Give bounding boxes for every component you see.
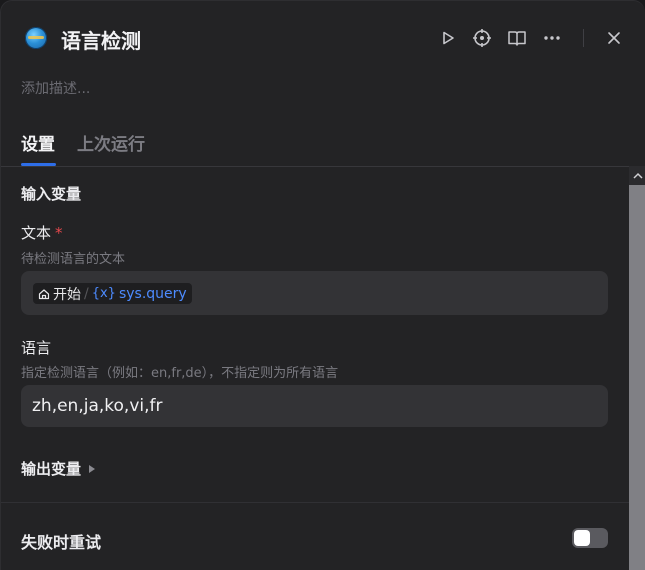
variable-source: 开始 [53, 286, 81, 303]
variable-icon: {x} [91, 286, 116, 301]
node-settings-panel: 语言检测 添加描述... 设置 上次运行 输入变量 文本* 待检测语言的文本 [0, 0, 645, 570]
more-button[interactable] [542, 28, 562, 48]
text-field-label: 文本 * [21, 222, 63, 243]
more-icon [544, 36, 560, 40]
language-field-hint: 指定检测语言（例如：en,fr,de），不指定则为所有语言 [21, 366, 339, 381]
scroll-thumb[interactable] [629, 185, 645, 570]
chevron-up-icon [632, 172, 643, 179]
tab-settings[interactable]: 设置 [21, 130, 55, 155]
text-field-label-text: 文本 [21, 224, 52, 242]
locate-button[interactable] [472, 28, 492, 48]
text-field-hint: 待检测语言的文本 [21, 252, 126, 267]
input-variables-title: 输入变量 [21, 185, 82, 203]
panel-header: 语言检测 [1, 1, 645, 75]
language-field-label: 语言 [21, 339, 52, 357]
vertical-scrollbar[interactable] [629, 166, 645, 570]
variable-separator: / [84, 285, 89, 302]
text-variable-field[interactable]: 开始 / {x} sys.query [21, 271, 608, 315]
tab-last-run[interactable]: 上次运行 [77, 130, 145, 155]
docs-button[interactable] [507, 28, 527, 48]
chevron-right-icon [89, 464, 96, 473]
output-variables-title: 输出变量 [21, 460, 82, 478]
book-icon [508, 31, 526, 46]
page-title: 语言检测 [61, 29, 141, 53]
section-divider [1, 502, 629, 503]
output-variables-toggle[interactable]: 输出变量 [21, 458, 96, 479]
active-tab-indicator [21, 163, 56, 166]
tab-bar: 设置 上次运行 [1, 125, 645, 167]
toggle-knob [574, 530, 590, 546]
language-input[interactable] [21, 385, 608, 427]
home-icon [38, 288, 50, 300]
run-button[interactable] [438, 28, 458, 48]
variable-name: sys.query [118, 285, 187, 302]
variable-chip[interactable]: 开始 / {x} sys.query [33, 283, 192, 304]
close-icon [608, 32, 620, 44]
play-icon [443, 31, 454, 45]
description-input[interactable]: 添加描述... [21, 78, 90, 98]
required-mark: * [55, 224, 63, 242]
locate-icon [473, 29, 491, 47]
scroll-up-button[interactable] [629, 166, 645, 185]
retry-on-failure-label: 失败时重试 [21, 533, 102, 552]
globe-icon [25, 27, 47, 49]
retry-toggle[interactable] [572, 528, 608, 548]
header-divider [583, 29, 584, 47]
close-button[interactable] [604, 28, 624, 48]
